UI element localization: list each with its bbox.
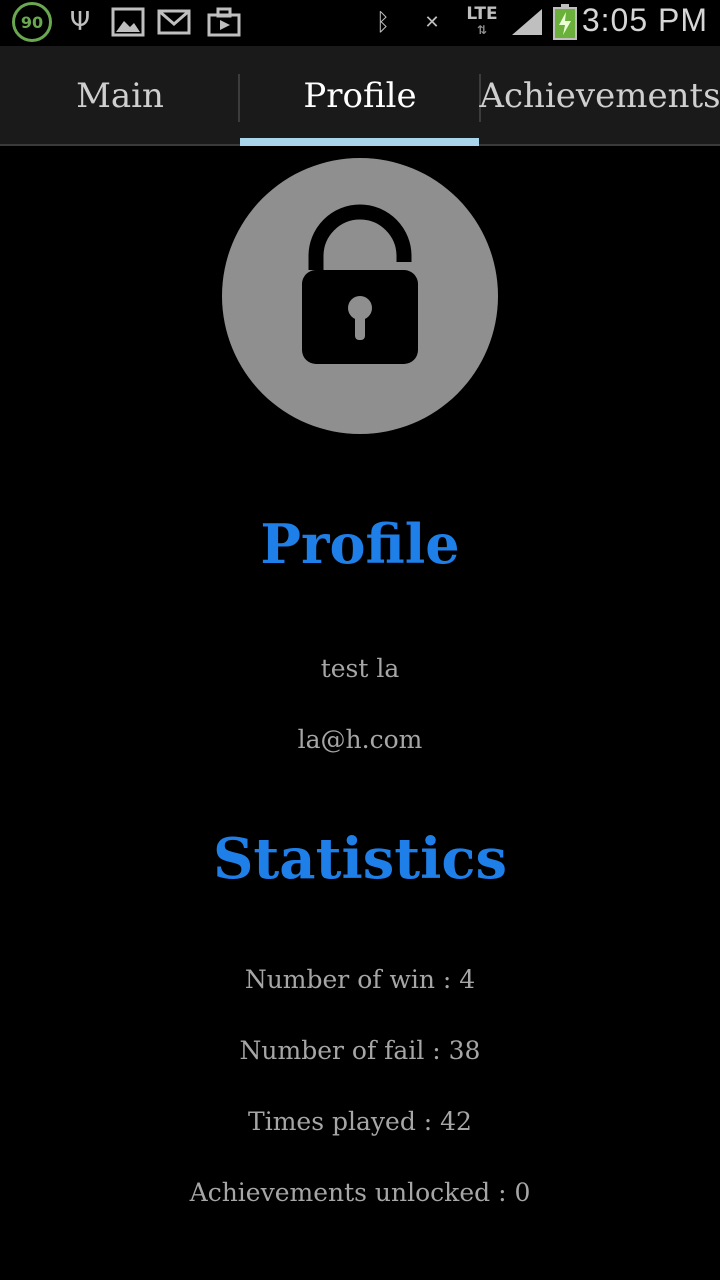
avatar[interactable] bbox=[222, 158, 498, 434]
lte-icon: LTE ⇅ bbox=[466, 4, 498, 38]
lock-open-icon bbox=[302, 204, 418, 364]
statistics-heading: Statistics bbox=[212, 826, 508, 892]
stat-times-played: Times played : 42 bbox=[248, 1107, 472, 1136]
mail-icon bbox=[156, 3, 192, 41]
network-type-label: LTE bbox=[466, 4, 498, 24]
stat-wins: Number of win : 4 bbox=[244, 965, 476, 994]
notification-count-badge: 90 bbox=[12, 2, 52, 42]
usb-icon: Ψ bbox=[69, 7, 91, 37]
stat-fails: Number of fail : 38 bbox=[239, 1036, 481, 1065]
gallery-icon bbox=[110, 3, 146, 41]
clock: 3:05 PM bbox=[581, 2, 708, 38]
user-email: la@h.com bbox=[297, 725, 423, 754]
stat-achievements-unlocked: Achievements unlocked : 0 bbox=[189, 1178, 531, 1207]
tab-achievements[interactable]: Achievements bbox=[479, 46, 720, 146]
tab-profile[interactable]: Profile bbox=[240, 46, 480, 146]
mute-icon: ✕ bbox=[424, 11, 440, 33]
bluetooth-icon: ᛒ bbox=[375, 8, 391, 36]
signal-icon bbox=[510, 3, 544, 41]
bag-icon bbox=[206, 3, 242, 41]
tab-main[interactable]: Main bbox=[0, 46, 240, 146]
user-name: test la bbox=[320, 654, 400, 683]
tab-bar: Main Profile Achievements bbox=[0, 46, 720, 146]
battery-icon bbox=[552, 3, 578, 41]
selected-tab-indicator bbox=[240, 138, 479, 146]
status-bar: 90 Ψ ᛒ ✕ LTE ⇅ 3:05 PM bbox=[0, 0, 720, 46]
profile-heading: Profile bbox=[260, 512, 460, 576]
